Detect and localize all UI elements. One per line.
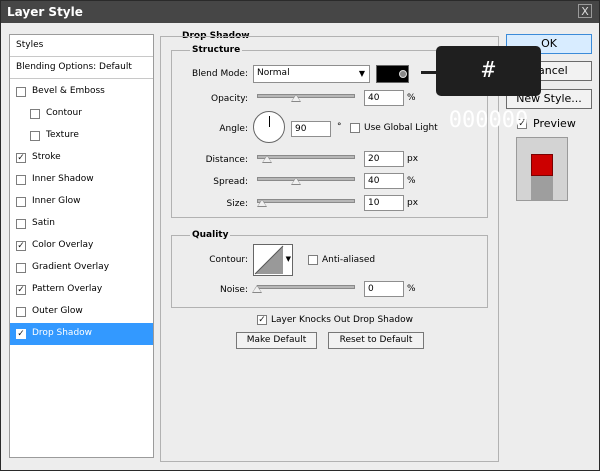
anti-aliased-label: Anti-aliased — [322, 255, 376, 265]
chevron-down-icon: ▼ — [358, 69, 365, 78]
preview-square — [531, 154, 553, 176]
sidebar-item-inner-shadow[interactable]: Inner Shadow — [10, 169, 153, 191]
sidebar-item-outer-glow[interactable]: Outer Glow — [10, 301, 153, 323]
opacity-unit: % — [407, 93, 416, 103]
distance-unit: px — [407, 154, 419, 164]
close-icon[interactable]: X — [578, 4, 592, 18]
blend-mode-select[interactable]: Normal ▼ — [253, 65, 370, 83]
distance-label: Distance: — [205, 155, 248, 165]
sidebar-item-label: Inner Shadow — [32, 174, 94, 184]
sidebar-checkbox-stroke[interactable]: ✓ — [16, 153, 26, 163]
distance-field[interactable]: 20 — [364, 151, 404, 167]
sidebar-item-inner-glow[interactable]: Inner Glow — [10, 191, 153, 213]
title-bar: Layer Style X — [1, 1, 599, 23]
sidebar-checkbox-inner-glow[interactable] — [16, 197, 26, 207]
style-preview-thumbnail — [516, 137, 568, 201]
sidebar-item-stroke[interactable]: ✓ Stroke — [10, 147, 153, 169]
sidebar-item-label: Gradient Overlay — [32, 262, 110, 272]
noise-field[interactable]: 0 — [364, 281, 404, 297]
quality-group: Quality — [171, 230, 488, 308]
sidebar-checkbox-gradient-overlay[interactable] — [16, 263, 26, 273]
size-label: Size: — [226, 199, 248, 209]
angle-label: Angle: — [219, 124, 248, 134]
distance-slider-handle[interactable] — [261, 155, 272, 163]
sidebar-item-label: Pattern Overlay — [32, 284, 103, 294]
sidebar-item-satin[interactable]: Satin — [10, 213, 153, 235]
sidebar-item-color-overlay[interactable]: ✓ Color Overlay — [10, 235, 153, 257]
use-global-light-label: Use Global Light — [364, 123, 438, 133]
sidebar-checkbox-color-overlay[interactable]: ✓ — [16, 241, 26, 251]
opacity-slider-handle[interactable] — [291, 94, 302, 102]
spread-field[interactable]: 40 — [364, 173, 404, 189]
layer-knocks-out-checkbox[interactable]: ✓ — [257, 315, 267, 325]
use-global-light-checkbox[interactable] — [350, 123, 360, 133]
noise-slider-handle[interactable] — [252, 285, 262, 293]
spread-unit: % — [407, 176, 416, 186]
styles-list: Styles Blending Options: Default Bevel &… — [9, 34, 154, 458]
opacity-field[interactable]: 40 — [364, 90, 404, 106]
angle-field[interactable]: 90 — [291, 121, 331, 137]
opacity-label: Opacity: — [211, 94, 248, 104]
sidebar-item-label: Drop Shadow — [32, 328, 93, 338]
angle-dial-needle — [269, 116, 270, 127]
opacity-slider[interactable] — [257, 94, 355, 98]
layer-style-dialog: Layer Style X Styles Blending Options: D… — [0, 0, 600, 471]
sidebar-item-label: Inner Glow — [32, 196, 81, 206]
panel-title: Drop Shadow — [182, 31, 250, 41]
sidebar-checkbox-bevel-emboss[interactable] — [16, 87, 26, 97]
make-default-button[interactable]: Make Default — [236, 332, 317, 349]
spread-slider-handle[interactable] — [291, 177, 302, 185]
sidebar-item-label: Stroke — [32, 152, 61, 162]
angle-unit: ° — [337, 122, 342, 132]
sidebar-item-contour[interactable]: Contour — [10, 103, 153, 125]
spread-slider[interactable] — [257, 177, 355, 181]
preview-shadow — [531, 176, 553, 200]
blending-options-item[interactable]: Blending Options: Default — [10, 57, 153, 79]
quality-title: Quality — [190, 230, 231, 240]
sidebar-checkbox-outer-glow[interactable] — [16, 307, 26, 317]
styles-header[interactable]: Styles — [10, 35, 153, 57]
size-slider[interactable] — [257, 199, 355, 203]
sidebar-checkbox-drop-shadow[interactable]: ✓ — [16, 329, 26, 339]
sidebar-item-label: Bevel & Emboss — [32, 86, 105, 96]
sidebar-item-label: Color Overlay — [32, 240, 94, 250]
preview-label: Preview — [533, 117, 576, 130]
sidebar-item-drop-shadow[interactable]: ✓ Drop Shadow — [10, 323, 153, 345]
dialog-title: Layer Style — [7, 5, 83, 19]
contour-chevron-down-icon: ▼ — [285, 255, 291, 263]
sidebar-item-pattern-overlay[interactable]: ✓ Pattern Overlay — [10, 279, 153, 301]
noise-label: Noise: — [220, 285, 248, 295]
reset-to-default-button[interactable]: Reset to Default — [328, 332, 424, 349]
noise-slider[interactable] — [257, 285, 355, 289]
noise-unit: % — [407, 284, 416, 294]
sidebar-item-texture[interactable]: Texture — [10, 125, 153, 147]
sidebar-item-label: Texture — [46, 130, 79, 140]
sidebar-checkbox-contour[interactable] — [30, 109, 40, 119]
hex-color-tooltip: # 000000 — [436, 46, 541, 133]
spread-label: Spread: — [213, 177, 248, 187]
sidebar-item-bevel-emboss[interactable]: Bevel & Emboss — [10, 81, 153, 103]
sidebar-checkbox-texture[interactable] — [30, 131, 40, 141]
structure-title: Structure — [190, 45, 243, 55]
contour-label: Contour: — [209, 255, 248, 265]
size-slider-handle[interactable] — [256, 199, 267, 207]
sidebar-item-label: Satin — [32, 218, 55, 228]
sidebar-checkbox-inner-shadow[interactable] — [16, 175, 26, 185]
sidebar-item-gradient-overlay[interactable]: Gradient Overlay — [10, 257, 153, 279]
anti-aliased-checkbox[interactable] — [308, 255, 318, 265]
contour-picker[interactable]: ▼ — [253, 244, 293, 276]
color-pointer-dot — [399, 70, 407, 78]
layer-knocks-out-label: Layer Knocks Out Drop Shadow — [271, 315, 413, 325]
size-unit: px — [407, 198, 419, 208]
sidebar-checkbox-pattern-overlay[interactable]: ✓ — [16, 285, 26, 295]
contour-curve-icon — [254, 245, 284, 275]
sidebar-checkbox-satin[interactable] — [16, 219, 26, 229]
sidebar-item-label: Outer Glow — [32, 306, 83, 316]
blend-mode-value: Normal — [257, 68, 290, 78]
blend-mode-label: Blend Mode: — [191, 69, 248, 79]
angle-dial[interactable] — [253, 111, 285, 143]
size-field[interactable]: 10 — [364, 195, 404, 211]
sidebar-item-label: Contour — [46, 108, 82, 118]
